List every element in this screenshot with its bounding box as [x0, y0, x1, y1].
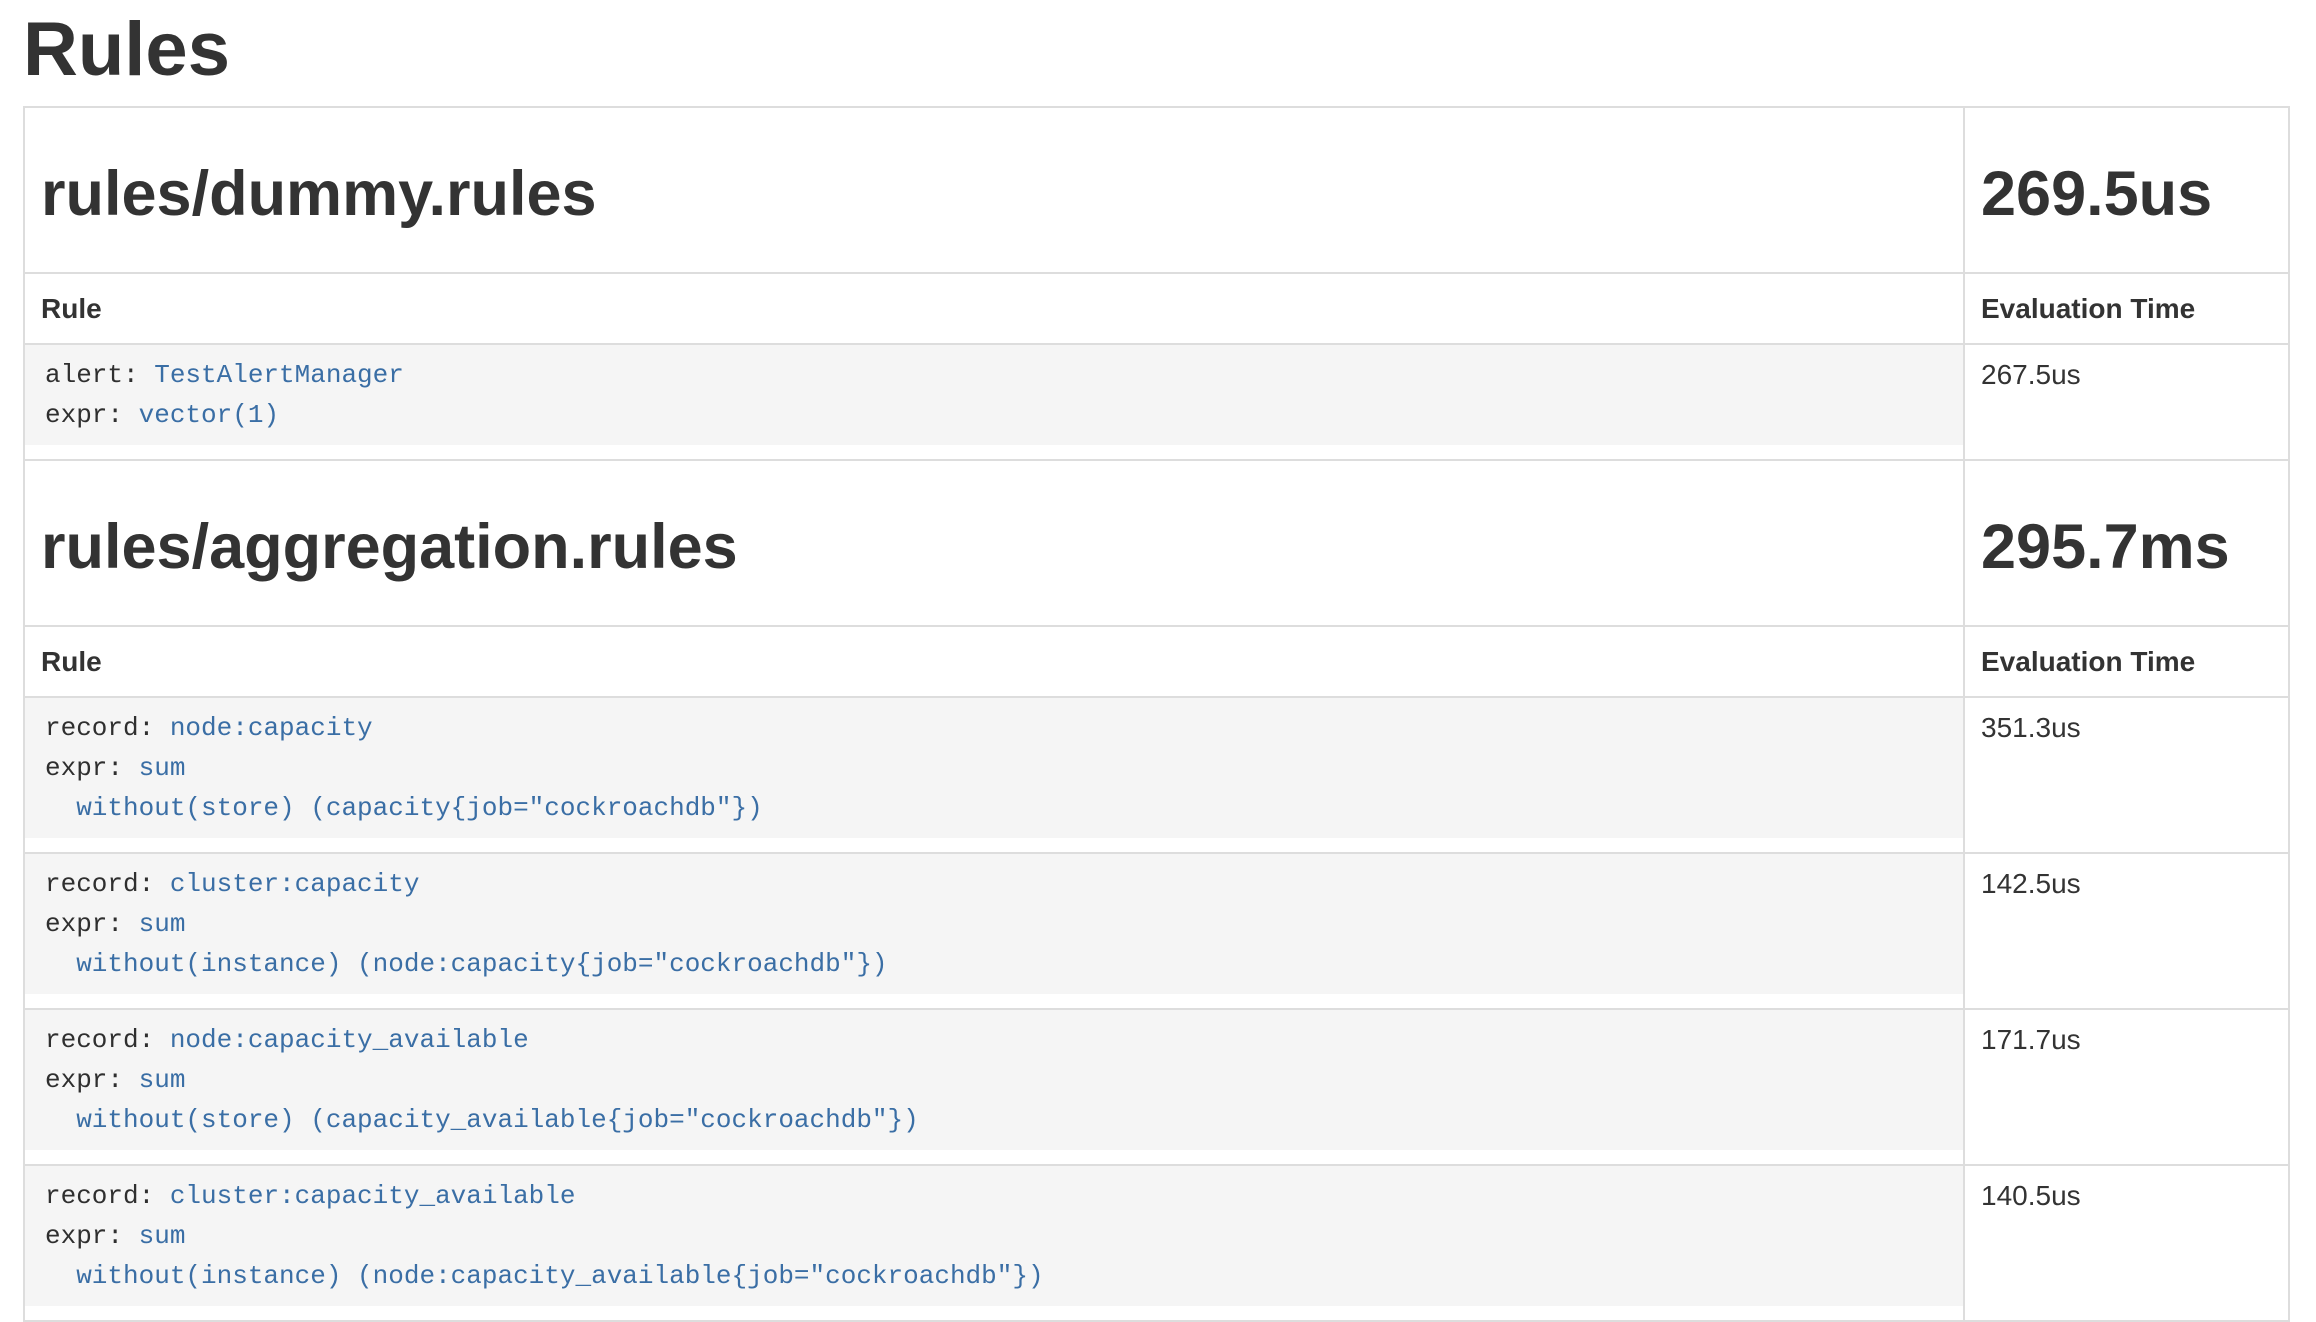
rule-code-line: without(store) (capacity{job="cockroachd…: [45, 788, 1943, 828]
rule-code-block: alert: TestAlertManagerexpr: vector(1): [25, 345, 1963, 445]
rule-cell: record: cluster:capacityexpr: sum withou…: [24, 853, 1964, 1009]
rule-expr-link[interactable]: without(instance) (node:capacity_availab…: [45, 1261, 1044, 1291]
rule-row: record: node:capacityexpr: sum without(s…: [24, 697, 2289, 853]
rule-expr-link[interactable]: sum: [139, 1221, 186, 1251]
rule-code-line: record: cluster:capacity_available: [45, 1176, 1943, 1216]
rules-page: { "page": { "title": "Rules" }, "colors"…: [0, 0, 2316, 1322]
rule-code-line: expr: sum: [45, 1060, 1943, 1100]
column-header-rule: Rule: [24, 626, 1964, 697]
rule-keyword: expr:: [45, 753, 139, 783]
rule-row: record: cluster:capacity_availableexpr: …: [24, 1165, 2289, 1321]
rule-code-block: record: node:capacityexpr: sum without(s…: [25, 698, 1963, 838]
rule-keyword: record:: [45, 1025, 170, 1055]
rule-code-line: without(instance) (node:capacity{job="co…: [45, 944, 1943, 984]
rules-table: rules/dummy.rules 269.5us Rule Evaluatio…: [23, 106, 2290, 1322]
rule-keyword: record:: [45, 713, 170, 743]
rule-row: record: node:capacity_availableexpr: sum…: [24, 1009, 2289, 1165]
rule-expr-link[interactable]: sum: [139, 753, 186, 783]
column-header-row: Rule Evaluation Time: [24, 273, 2289, 344]
rule-cell: alert: TestAlertManagerexpr: vector(1): [24, 344, 1964, 460]
rule-keyword: alert:: [45, 360, 154, 390]
rule-code-block: record: node:capacity_availableexpr: sum…: [25, 1010, 1963, 1150]
rule-group-name-cell: rules/dummy.rules: [24, 107, 1964, 273]
main-content: Rules rules/dummy.rules 269.5us Rule Eva…: [0, 0, 2316, 1322]
rule-cell: record: node:capacity_availableexpr: sum…: [24, 1009, 1964, 1165]
rule-group-file: rules/dummy.rules: [41, 158, 1947, 230]
rule-eval-time: 267.5us: [1964, 344, 2289, 460]
rule-value-link[interactable]: node:capacity: [170, 713, 373, 743]
rule-eval-time: 140.5us: [1964, 1165, 2289, 1321]
rule-value-link[interactable]: cluster:capacity_available: [170, 1181, 576, 1211]
rule-eval-time: 171.7us: [1964, 1009, 2289, 1165]
rule-code-line: record: node:capacity: [45, 708, 1943, 748]
rule-group-row: rules/dummy.rules 269.5us: [24, 107, 2289, 273]
rule-keyword: expr:: [45, 1065, 139, 1095]
rule-group-file: rules/aggregation.rules: [41, 511, 1947, 583]
rule-code-line: alert: TestAlertManager: [45, 355, 1943, 395]
rule-group-eval-time-cell: 269.5us: [1964, 107, 2289, 273]
rule-keyword: expr:: [45, 1221, 139, 1251]
rule-code-line: expr: sum: [45, 1216, 1943, 1256]
rule-group-name-cell: rules/aggregation.rules: [24, 460, 1964, 626]
rule-value-link[interactable]: TestAlertManager: [154, 360, 404, 390]
rule-eval-time: 351.3us: [1964, 697, 2289, 853]
rule-keyword: expr:: [45, 400, 139, 430]
rule-group-eval-time-cell: 295.7ms: [1964, 460, 2289, 626]
column-header-rule: Rule: [24, 273, 1964, 344]
rule-value-link[interactable]: node:capacity_available: [170, 1025, 529, 1055]
rule-code-block: record: cluster:capacity_availableexpr: …: [25, 1166, 1963, 1306]
column-header-eval-time: Evaluation Time: [1964, 626, 2289, 697]
rule-code-line: record: cluster:capacity: [45, 864, 1943, 904]
rule-keyword: record:: [45, 869, 170, 899]
rule-group-row: rules/aggregation.rules 295.7ms: [24, 460, 2289, 626]
rule-code-line: expr: vector(1): [45, 395, 1943, 435]
rule-cell: record: cluster:capacity_availableexpr: …: [24, 1165, 1964, 1321]
rule-code-line: record: node:capacity_available: [45, 1020, 1943, 1060]
rule-value-link[interactable]: cluster:capacity: [170, 869, 420, 899]
rule-code-line: expr: sum: [45, 904, 1943, 944]
rule-row: record: cluster:capacityexpr: sum withou…: [24, 853, 2289, 1009]
column-header-row: Rule Evaluation Time: [24, 626, 2289, 697]
rule-group-eval-time: 295.7ms: [1981, 511, 2272, 583]
rule-group-eval-time: 269.5us: [1981, 158, 2272, 230]
column-header-eval-time: Evaluation Time: [1964, 273, 2289, 344]
page-title: Rules: [23, 0, 2290, 92]
rule-keyword: expr:: [45, 909, 139, 939]
rule-code-line: without(instance) (node:capacity_availab…: [45, 1256, 1943, 1296]
rule-expr-link[interactable]: sum: [139, 909, 186, 939]
rule-expr-link[interactable]: vector(1): [139, 400, 279, 430]
rule-code-line: without(store) (capacity_available{job="…: [45, 1100, 1943, 1140]
rule-expr-link[interactable]: without(store) (capacity_available{job="…: [45, 1105, 919, 1135]
rule-keyword: record:: [45, 1181, 170, 1211]
rule-cell: record: node:capacityexpr: sum without(s…: [24, 697, 1964, 853]
rule-expr-link[interactable]: sum: [139, 1065, 186, 1095]
rule-eval-time: 142.5us: [1964, 853, 2289, 1009]
rule-expr-link[interactable]: without(store) (capacity{job="cockroachd…: [45, 793, 763, 823]
rule-code-block: record: cluster:capacityexpr: sum withou…: [25, 854, 1963, 994]
rule-code-line: expr: sum: [45, 748, 1943, 788]
rule-row: alert: TestAlertManagerexpr: vector(1) 2…: [24, 344, 2289, 460]
rule-expr-link[interactable]: without(instance) (node:capacity{job="co…: [45, 949, 888, 979]
